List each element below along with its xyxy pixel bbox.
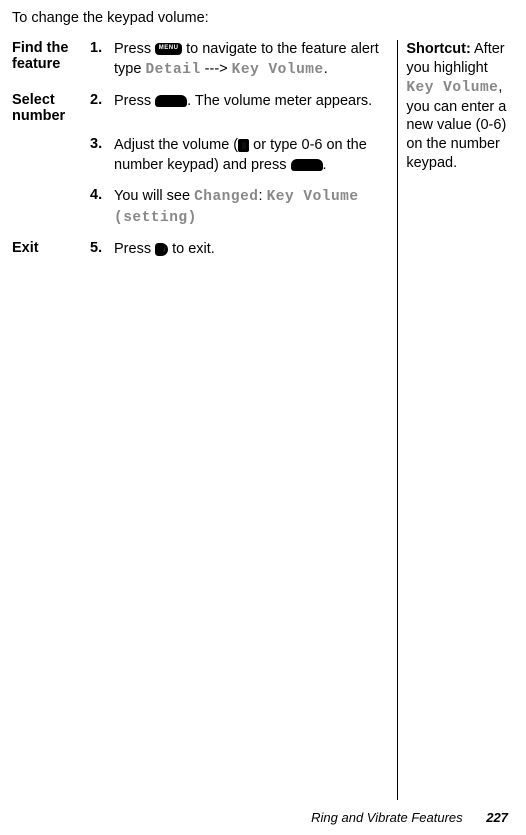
text-segment: Press <box>114 93 155 109</box>
text-segment: to exit. <box>168 241 215 257</box>
sidebar: Shortcut: After you highlight Key Volume… <box>397 40 514 800</box>
text-segment: . <box>323 157 327 173</box>
step-number: 1. <box>90 40 114 80</box>
step-text: You will see Changed: Key Volume (settin… <box>114 187 383 228</box>
step-row: Exit 5. Press to exit. <box>12 240 383 260</box>
mono-text: Key Volume <box>232 62 324 78</box>
step-label: Exit <box>12 240 90 260</box>
step-text: Adjust the volume ( or type 0-6 on the n… <box>114 136 383 175</box>
step-text: Press MENU to navigate to the feature al… <box>114 40 383 80</box>
sidebar-heading: Shortcut: <box>406 41 470 57</box>
text-segment: . <box>324 61 328 77</box>
step-row: 4. You will see Changed: Key Volume (set… <box>12 187 383 228</box>
page-number: 227 <box>486 810 508 825</box>
text-segment: ---> <box>201 61 232 77</box>
step-label <box>12 136 90 175</box>
text-segment: . The volume meter appears. <box>187 93 372 109</box>
page-footer: Ring and Vibrate Features 227 <box>311 810 508 825</box>
exit-key-icon <box>155 243 168 256</box>
text-segment: Press <box>114 41 155 57</box>
step-text: Press . The volume meter appears. <box>114 92 383 124</box>
footer-title: Ring and Vibrate Features <box>311 810 463 825</box>
intro-text: To change the keypad volume: <box>12 10 514 26</box>
dpad-icon <box>238 139 249 152</box>
menu-key-icon: MENU <box>155 43 182 55</box>
step-number: 5. <box>90 240 114 260</box>
step-row: Find the feature 1. Press MENU to naviga… <box>12 40 383 80</box>
main-column: Find the feature 1. Press MENU to naviga… <box>12 40 397 800</box>
step-number: 2. <box>90 92 114 124</box>
mono-text: Key Volume <box>406 80 498 96</box>
step-label: Select number <box>12 92 90 124</box>
text-segment: : <box>259 188 267 204</box>
text-segment: Adjust the volume ( <box>114 137 238 153</box>
step-label <box>12 187 90 228</box>
step-row: 3. Adjust the volume ( or type 0-6 on th… <box>12 136 383 175</box>
step-text: Press to exit. <box>114 240 383 260</box>
step-number: 3. <box>90 136 114 175</box>
select-key-icon <box>155 95 187 107</box>
step-row: Select number 2. Press . The volume mete… <box>12 92 383 124</box>
text-segment: Press <box>114 241 155 257</box>
select-key-icon <box>291 159 323 171</box>
mono-text: Detail <box>145 62 200 78</box>
mono-text: Changed <box>194 189 258 205</box>
step-number: 4. <box>90 187 114 228</box>
text-segment: You will see <box>114 188 194 204</box>
content-wrapper: Find the feature 1. Press MENU to naviga… <box>12 40 514 800</box>
step-label: Find the feature <box>12 40 90 80</box>
